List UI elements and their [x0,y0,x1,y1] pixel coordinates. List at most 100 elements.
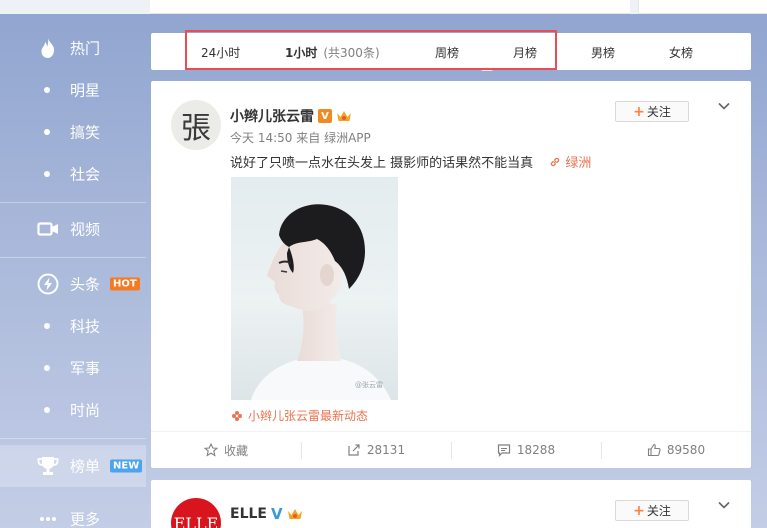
post-card: ELLE ELLE V + 关注 [151,480,751,528]
sidebar-item-military[interactable]: 军事 [0,347,146,389]
sidebar-item-tech[interactable]: 科技 [0,305,146,347]
repost-icon [348,444,360,456]
bullet-icon [44,407,50,413]
comment-icon [497,444,511,457]
post-meta: 今天 14:50 来自 绿洲APP [230,129,371,146]
favorite-label: 收藏 [223,443,248,458]
avatar-char: 張 [181,111,211,146]
comment-count: 18288 [516,443,556,457]
post-image[interactable]: @张云雷 [231,177,398,400]
oasis-link-label: 绿洲 [565,156,592,171]
sidebar-item-headline[interactable]: 头条 HOT [0,263,146,305]
tab-1h-count: (共300条) [323,46,380,60]
bullet-icon [44,129,50,135]
tab-weekly[interactable]: 周榜 [435,44,459,61]
link-icon [551,157,560,167]
sidebar-divider [0,202,146,203]
sidebar-item-funny[interactable]: 搞笑 [0,111,146,153]
more-icon [36,507,60,528]
post-source[interactable]: 绿洲APP [324,131,371,145]
post-text: 说好了只喷一点水在头发上 摄影师的话果然不能当真 绿洲 [230,152,591,171]
bullet-icon [44,87,50,93]
avatar[interactable]: ELLE [171,498,221,528]
bullet-icon [44,365,50,371]
sidebar-item-ranking[interactable]: 榜单 NEW [0,445,146,487]
sidebar-item-hot[interactable]: 热门 [0,27,146,69]
sidebar-item-label: 军事 [70,359,101,378]
fire-icon [36,36,60,60]
image-watermark: @张云雷 [355,380,383,389]
tab-1h-label: 1小时 [285,46,318,60]
tab-1h[interactable]: 1小时 (共300条) [285,44,380,61]
repost-button[interactable]: 28131 [301,432,451,468]
top-strip [0,0,767,14]
comment-button[interactable]: 18288 [451,432,601,468]
sidebar-item-label: 视频 [70,220,101,239]
hot-badge: HOT [110,277,140,291]
post-author: ELLE V [230,505,303,523]
video-icon [36,217,60,241]
plus-icon: + [633,502,645,519]
sidebar-item-society[interactable]: 社会 [0,153,146,195]
sidebar-item-label: 榜单 [70,457,101,476]
tab-24h[interactable]: 24小时 [201,44,240,61]
bullet-icon [44,323,50,329]
top-strip-center [150,0,630,14]
verified-badge: V [318,109,332,123]
image-caption-label: 小辫儿张云雷最新动态 [248,409,369,423]
new-badge: NEW [110,459,143,473]
sidebar-divider [0,257,146,258]
post-author: 小辫儿张云雷 V [230,106,352,126]
image-caption[interactable]: 小辫儿张云雷最新动态 [231,407,368,424]
star-icon [203,443,218,457]
post-card: 張 小辫儿张云雷 V 今天 14:50 来自 绿洲APP 说好了只喷一点水在头发… [151,81,751,468]
sidebar-item-label: 科技 [70,317,101,336]
sidebar-item-label: 头条 [70,275,101,294]
follow-button[interactable]: + 关注 [615,500,689,521]
trophy-icon [36,454,60,478]
post-text-body: 说好了只喷一点水在头发上 摄影师的话果然不能当真 [230,156,534,171]
top-strip-right [638,0,767,14]
sidebar-item-label: 明星 [70,81,101,100]
ranking-tabs: 24小时 1小时 (共300条) 周榜 月榜 男榜 女榜 [151,33,751,71]
follow-button[interactable]: + 关注 [615,101,689,122]
follow-button-label: 关注 [646,105,671,119]
chevron-down-icon[interactable] [717,498,731,512]
sidebar-divider [0,438,146,439]
sidebar-item-label: 社会 [70,165,101,184]
follow-button-label: 关注 [646,504,671,518]
flower-icon [232,410,242,421]
oasis-link[interactable]: 绿洲 [549,156,591,171]
sidebar-item-label: 更多 [70,510,101,528]
lightning-icon [36,272,60,296]
chevron-down-icon[interactable] [717,99,731,113]
sidebar-item-label: 搞笑 [70,123,101,142]
avatar[interactable]: 張 [171,100,221,150]
verified-v-icon: V [270,505,283,523]
crown-icon [287,509,302,519]
tab-female[interactable]: 女榜 [669,44,693,61]
sidebar-item-label: 热门 [70,39,101,58]
repost-count: 28131 [366,443,406,457]
sidebar-item-fashion[interactable]: 时尚 [0,389,146,431]
avatar-text: ELLE [173,513,219,528]
tab-male[interactable]: 男榜 [591,44,615,61]
bullet-icon [44,171,50,177]
sidebar-item-more[interactable]: 更多 [0,498,146,528]
favorite-button[interactable]: 收藏 [151,432,301,468]
post-actions: 收藏 28131 18288 89580 [151,431,751,468]
author-name[interactable]: ELLE [230,506,267,522]
sidebar-item-label: 时尚 [70,401,101,420]
crown-icon [337,111,351,121]
portrait-illustration: @张云雷 [251,204,391,400]
sidebar-item-video[interactable]: 视频 [0,208,146,250]
author-name[interactable]: 小辫儿张云雷 [230,106,314,126]
post-time[interactable]: 今天 14:50 [230,131,292,145]
sidebar-item-star[interactable]: 明星 [0,69,146,111]
plus-icon: + [633,103,645,120]
like-count: 89580 [666,443,706,457]
sidebar: 热门 明星 搞笑 社会 视频 头条 HOT 科技 军事 时尚 榜单 NEW 更多 [0,14,146,528]
like-button[interactable]: 89580 [601,432,751,468]
active-tab-indicator [481,67,493,71]
tab-monthly[interactable]: 月榜 [513,44,537,61]
